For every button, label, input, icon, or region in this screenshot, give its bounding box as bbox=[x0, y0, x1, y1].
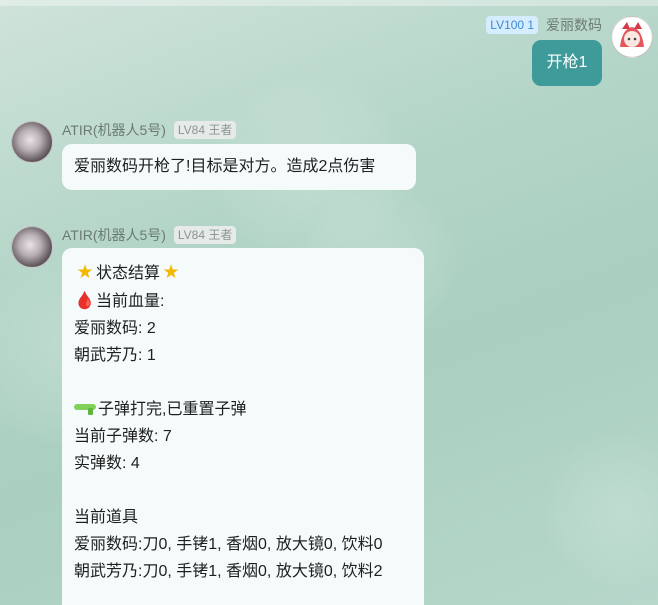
bot-sender-header: ATIR(机器人5号) LV84 王者 bbox=[62, 120, 237, 140]
self-message-bubble[interactable]: 开枪1 bbox=[532, 40, 602, 86]
bot-avatar[interactable] bbox=[11, 226, 53, 268]
items-label: 当前道具 bbox=[74, 509, 139, 526]
level-badge: LV84 王者 bbox=[173, 226, 237, 244]
reload-line: 子弹打完,已重置子弹 bbox=[74, 396, 412, 423]
status-report-bubble[interactable]: ★ 状态结算 ★ 🩸当前血量: 爱丽数码: 2 朝武芳乃: 1 子弹打完,已重置子弹… bbox=[62, 248, 424, 605]
sender-name[interactable]: ATIR(机器人5号) bbox=[62, 122, 166, 138]
items-player2: 朝武芳乃:刀0, 手铐1, 香烟0, 放大镜0, 饮料2 bbox=[74, 563, 383, 580]
self-message-text: 开枪1 bbox=[546, 54, 588, 71]
blood-drop-icon: 🩸 bbox=[74, 291, 96, 310]
hp-label: 当前血量: bbox=[96, 293, 165, 310]
star-icon: ★ bbox=[162, 262, 180, 283]
chat-window: LV100 1 爱丽数码 开枪1 ATIR(机器人5号) LV84 王者 爱丽数… bbox=[0, 0, 658, 605]
bot-sender-header: ATIR(机器人5号) LV84 王者 bbox=[62, 225, 237, 245]
water-gun-icon bbox=[74, 403, 96, 415]
level-badge: LV84 王者 bbox=[173, 121, 237, 139]
live-round-count: 实弹数: 4 bbox=[74, 455, 140, 472]
reload-text: 子弹打完,已重置子弹 bbox=[98, 401, 247, 418]
level-badge: LV100 1 bbox=[486, 16, 539, 34]
hp-player2: 朝武芳乃: 1 bbox=[74, 347, 156, 364]
hp-player1: 爱丽数码: 2 bbox=[74, 320, 156, 337]
star-icon: ★ bbox=[76, 262, 94, 283]
sender-name[interactable]: ATIR(机器人5号) bbox=[62, 227, 166, 243]
top-edge bbox=[0, 0, 658, 6]
self-sender-header: LV100 1 爱丽数码 bbox=[486, 15, 602, 35]
sender-name[interactable]: 爱丽数码 bbox=[546, 17, 602, 33]
bot-avatar[interactable] bbox=[11, 121, 53, 163]
bot-message-text: 爱丽数码开枪了!目标是对方。造成2点伤害 bbox=[74, 158, 376, 175]
status-title-line: ★ 状态结算 ★ bbox=[74, 259, 412, 287]
items-player1: 爱丽数码:刀0, 手铐1, 香烟0, 放大镜0, 饮料0 bbox=[74, 536, 383, 553]
bullet-count: 当前子弹数: 7 bbox=[74, 428, 172, 445]
bot-message-bubble[interactable]: 爱丽数码开枪了!目标是对方。造成2点伤害 bbox=[62, 144, 416, 190]
status-title: 状态结算 bbox=[96, 265, 161, 282]
self-avatar[interactable] bbox=[611, 16, 653, 58]
background-flower-decoration bbox=[540, 430, 658, 590]
self-avatar-image bbox=[612, 17, 652, 57]
hp-label-line: 🩸当前血量: bbox=[74, 287, 412, 315]
